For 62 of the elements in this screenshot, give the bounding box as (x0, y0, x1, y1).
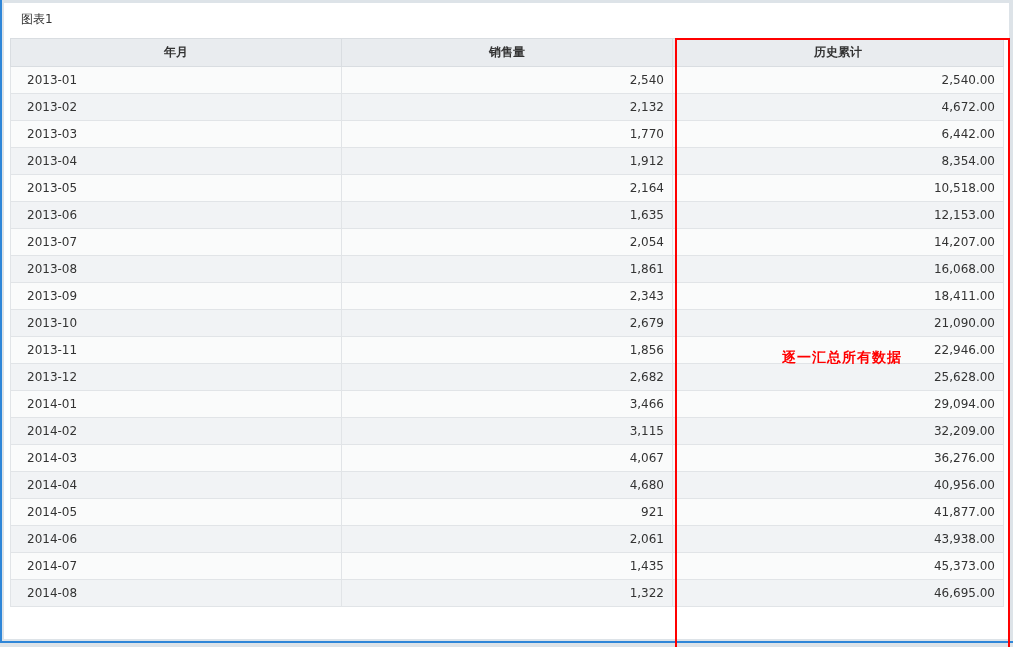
table-cell: 2014-07 (10, 552, 342, 580)
column-header: 历史累计 (672, 38, 1004, 67)
column-header: 年月 (10, 38, 342, 67)
table-cell: 29,094.00 (672, 390, 1004, 418)
table-cell: 2013-01 (10, 66, 342, 94)
table-cell: 2014-01 (10, 390, 342, 418)
table-cell: 2014-02 (10, 417, 342, 445)
table-cell: 32,209.00 (672, 417, 1004, 445)
table-cell: 2,343 (341, 282, 673, 310)
table-cell: 12,153.00 (672, 201, 1004, 229)
table-cell: 16,068.00 (672, 255, 1004, 283)
table-cell: 14,207.00 (672, 228, 1004, 256)
table-cell: 2,679 (341, 309, 673, 337)
table-cell: 6,442.00 (672, 120, 1004, 148)
table-cell: 1,861 (341, 255, 673, 283)
table-cell: 2013-09 (10, 282, 342, 310)
table-cell: 46,695.00 (672, 579, 1004, 607)
table-cell: 921 (341, 498, 673, 526)
table-cell: 2014-06 (10, 525, 342, 553)
table-cell: 1,912 (341, 147, 673, 175)
table-cell: 2,540 (341, 66, 673, 94)
table-cell: 2,061 (341, 525, 673, 553)
table-cell: 3,466 (341, 390, 673, 418)
table-cell: 2013-03 (10, 120, 342, 148)
table-cell: 21,090.00 (672, 309, 1004, 337)
table-cell: 2014-08 (10, 579, 342, 607)
table-cell: 1,770 (341, 120, 673, 148)
table-cell: 10,518.00 (672, 174, 1004, 202)
table-cell: 2013-08 (10, 255, 342, 283)
table-cell: 2014-04 (10, 471, 342, 499)
table-cell: 2,164 (341, 174, 673, 202)
table-cell: 2013-12 (10, 363, 342, 391)
table-cell: 2013-11 (10, 336, 342, 364)
table-cell: 2,682 (341, 363, 673, 391)
table-cell: 2,540.00 (672, 66, 1004, 94)
table-cell: 41,877.00 (672, 498, 1004, 526)
table-cell: 2013-06 (10, 201, 342, 229)
table-cell: 2013-04 (10, 147, 342, 175)
table-cell: 4,680 (341, 471, 673, 499)
table-cell: 4,672.00 (672, 93, 1004, 121)
table-cell: 1,435 (341, 552, 673, 580)
table-cell: 43,938.00 (672, 525, 1004, 553)
table-cell: 2014-05 (10, 498, 342, 526)
table-cell: 2,132 (341, 93, 673, 121)
table-cell: 40,956.00 (672, 471, 1004, 499)
table-cell: 2013-07 (10, 228, 342, 256)
table-cell: 3,115 (341, 417, 673, 445)
table-cell: 1,635 (341, 201, 673, 229)
table-cell: 8,354.00 (672, 147, 1004, 175)
table-cell: 45,373.00 (672, 552, 1004, 580)
panel-title: 图表1 (20, 11, 54, 28)
table-cell: 4,067 (341, 444, 673, 472)
table-cell: 18,411.00 (672, 282, 1004, 310)
table-cell: 2013-02 (10, 93, 342, 121)
table-cell: 2014-03 (10, 444, 342, 472)
table-cell: 1,856 (341, 336, 673, 364)
table-cell: 2013-10 (10, 309, 342, 337)
table-cell: 36,276.00 (672, 444, 1004, 472)
column-header: 销售量 (341, 38, 673, 67)
table-cell: 1,322 (341, 579, 673, 607)
table-cell: 2,054 (341, 228, 673, 256)
table-cell: 2013-05 (10, 174, 342, 202)
